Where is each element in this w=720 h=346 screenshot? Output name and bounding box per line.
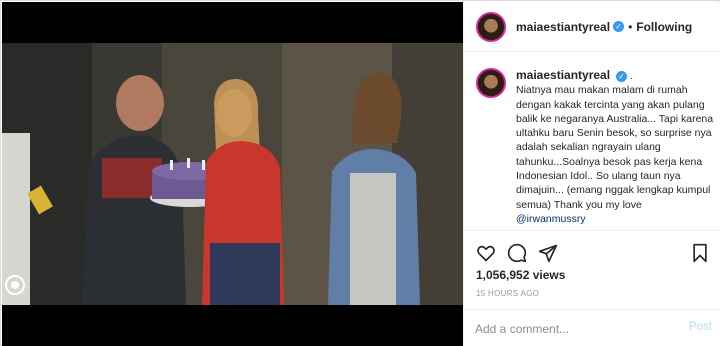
post-video[interactable] xyxy=(2,2,463,346)
comment-bar: Post xyxy=(464,309,720,346)
following-button[interactable]: Following xyxy=(636,20,692,34)
bookmark-icon[interactable] xyxy=(690,243,710,263)
header-username[interactable]: maiaestiantyreal xyxy=(516,20,610,34)
comment-input[interactable] xyxy=(475,319,675,339)
party-scene-illustration xyxy=(2,43,463,305)
post-timestamp[interactable]: 15 HOURS AGO xyxy=(476,289,539,298)
post-side-panel: maiaestiantyreal ✓ • Following maiaestia… xyxy=(463,2,720,346)
post-header: maiaestiantyreal ✓ • Following xyxy=(464,2,720,52)
action-bar xyxy=(464,230,720,270)
caption-verified-badge-icon: ✓ xyxy=(615,70,627,82)
share-icon[interactable] xyxy=(538,243,558,263)
view-count[interactable]: 1,056,952 views xyxy=(476,268,565,282)
caption-dot: . xyxy=(629,70,633,82)
caption-username[interactable]: maiaestiantyreal xyxy=(516,68,610,82)
video-mute-icon[interactable] xyxy=(5,275,25,295)
avatar[interactable] xyxy=(476,11,506,42)
caption-avatar[interactable] xyxy=(476,68,506,98)
comment-icon[interactable] xyxy=(507,243,527,263)
post-comment-button[interactable]: Post xyxy=(689,321,712,333)
caption-body: Niatnya mau makan malam di rumah dengan … xyxy=(516,84,714,211)
caption-text: maiaestiantyreal ✓ . Niatnya mau makan m… xyxy=(516,68,714,226)
heart-icon[interactable] xyxy=(476,243,496,263)
video-frame-image xyxy=(2,43,463,305)
caption-block: maiaestiantyreal ✓ . Niatnya mau makan m… xyxy=(476,68,716,226)
verified-badge-icon: ✓ xyxy=(613,21,625,32)
instagram-post-frame: maiaestiantyreal ✓ • Following maiaestia… xyxy=(0,0,720,346)
caption-mention-link[interactable]: @irwanmussry xyxy=(516,213,586,225)
separator-dot: • xyxy=(628,19,633,34)
